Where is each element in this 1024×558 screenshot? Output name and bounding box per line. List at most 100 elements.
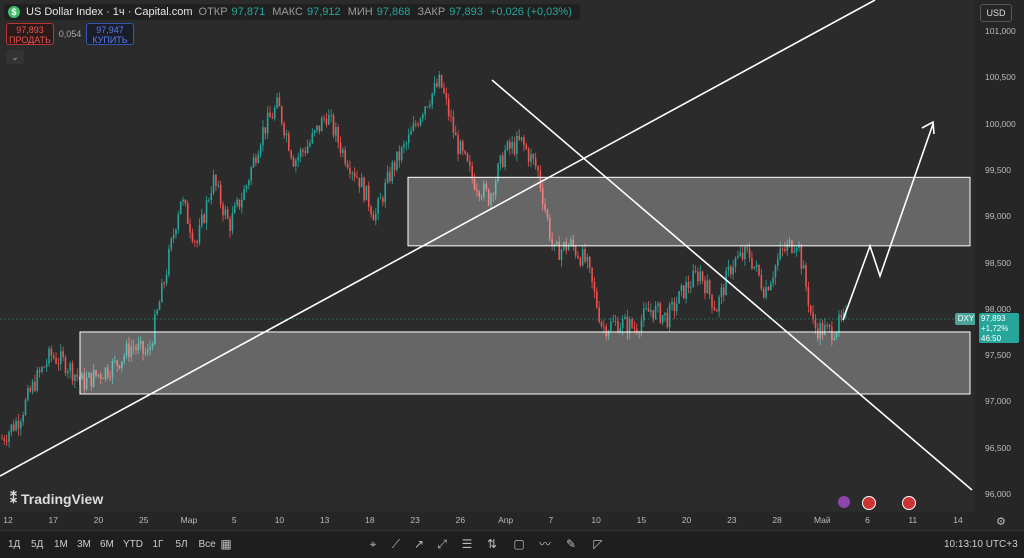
candle-body <box>657 303 659 306</box>
candle-body <box>525 144 528 150</box>
brush-tool-icon[interactable]: ✎ <box>563 537 579 551</box>
candle-body <box>741 252 744 260</box>
range-button[interactable]: 3М <box>77 539 91 550</box>
candle-body <box>668 304 671 328</box>
candle-body <box>295 160 297 167</box>
candle-body <box>45 363 48 368</box>
candle-body <box>807 287 810 306</box>
candle-body <box>459 141 462 155</box>
time-tick-label: 17 <box>48 515 58 525</box>
range-button[interactable]: YTD <box>123 539 143 550</box>
candle-body <box>826 324 828 326</box>
candle-body <box>760 275 763 289</box>
range-button[interactable]: Все <box>199 539 216 550</box>
candle-body <box>238 199 241 208</box>
candle-body <box>165 274 168 284</box>
path-tool-icon[interactable]: 〰 <box>537 537 553 551</box>
brand-name: TradingView <box>21 490 104 507</box>
candle-body <box>814 319 817 329</box>
time-tick-label: 23 <box>727 515 737 525</box>
candle-body <box>621 318 624 329</box>
candle-body <box>43 366 46 368</box>
buy-button[interactable]: 97,947 КУПИТЬ <box>86 23 134 45</box>
trade-panel: 97,893 ПРОДАТЬ 0,054 97,947 КУПИТЬ <box>6 23 134 45</box>
candle-body <box>69 363 71 372</box>
tradingview-icon: ⁑ <box>10 490 17 506</box>
candle-body <box>560 249 563 261</box>
collapse-chevron-icon[interactable]: ⌄ <box>6 50 24 64</box>
change-value: +0,026 (+0,03%) <box>489 6 572 18</box>
candle-body <box>711 294 713 308</box>
us-flag-icon[interactable] <box>902 496 916 510</box>
range-button[interactable]: 1Д <box>8 539 20 550</box>
candle-body <box>330 115 332 116</box>
time-tick-label: 14 <box>953 515 963 525</box>
candle-body <box>332 115 335 136</box>
candle-body <box>375 213 377 221</box>
range-button[interactable]: 1М <box>54 539 68 550</box>
candle-body <box>161 282 163 303</box>
candle-body <box>588 256 591 268</box>
last-price-value: 97,893 <box>981 314 1006 323</box>
candle-body <box>29 388 32 392</box>
us-flag-icon[interactable] <box>862 496 876 510</box>
trendline-tool-icon[interactable]: ⟋ <box>388 537 404 551</box>
ray-tool-icon[interactable]: ↗ <box>411 537 427 551</box>
currency-select[interactable]: USD <box>980 4 1012 22</box>
time-axis[interactable]: 12 17 20 25 Мар 5 10 13 18 23 26 Апр 7 10 15 20 23 28 Май 6… <box>0 512 975 530</box>
candle-body <box>772 277 774 284</box>
candle-body <box>595 291 598 308</box>
earnings-event-icon[interactable] <box>838 496 850 508</box>
extended-line-tool-icon[interactable]: ⤢ <box>434 537 450 551</box>
price-tick-label: 99,000 <box>985 211 1011 222</box>
price-tick-label: 100,500 <box>985 72 1016 83</box>
clock[interactable]: 10:13:10 UTC+3 <box>944 539 1018 550</box>
candle-body <box>20 421 22 429</box>
range-button[interactable]: 6М <box>100 539 114 550</box>
candle-body <box>647 308 650 312</box>
candle-body <box>236 199 238 206</box>
candle-body <box>71 363 74 381</box>
measure-tool-icon[interactable]: ◸ <box>590 537 606 551</box>
cursor-tool-icon[interactable]: ⌖ <box>365 537 381 551</box>
candle-body <box>339 142 342 153</box>
candle-body <box>266 112 269 134</box>
time-tick-label: 26 <box>455 515 466 525</box>
candle-body <box>443 87 445 94</box>
range-button[interactable]: 1Г <box>153 539 164 550</box>
capital-logo-icon: $ <box>8 6 20 18</box>
candle-body <box>285 133 288 136</box>
tradingview-logo: ⁑ TradingView <box>10 490 103 507</box>
rectangle-tool-icon[interactable]: ▢ <box>511 537 527 551</box>
candle-body <box>5 440 8 442</box>
candle-body <box>414 123 417 125</box>
candle-body <box>259 144 262 155</box>
candle-body <box>769 283 772 291</box>
chart-area[interactable]: $ US Dollar Index · 1ч · Capital.com ОТК… <box>0 0 977 512</box>
candle-body <box>250 167 253 181</box>
fib-tool-icon[interactable]: ☰ <box>459 537 475 551</box>
date-range-calendar-icon[interactable]: ▦ <box>218 537 234 551</box>
candle-body <box>591 267 593 283</box>
range-button[interactable]: 5Л <box>176 539 188 550</box>
range-button[interactable]: 5Д <box>31 539 43 550</box>
candle-body <box>424 106 426 115</box>
candle-body <box>784 248 786 251</box>
settings-gear-icon[interactable]: ⚙ <box>996 515 1006 528</box>
candle-body <box>464 150 466 154</box>
candle-body <box>377 198 379 214</box>
candle-body <box>499 155 502 165</box>
price-chart[interactable] <box>0 0 975 512</box>
candle-body <box>751 258 753 269</box>
last-price-label: 97,893 +1,72% 46:50 <box>979 313 1019 343</box>
candle-body <box>325 118 328 125</box>
candle-body <box>774 265 777 278</box>
candle-body <box>292 157 295 167</box>
candle-body <box>31 381 34 392</box>
candle-body <box>737 256 739 259</box>
candle-body <box>640 320 643 333</box>
sell-button[interactable]: 97,893 ПРОДАТЬ <box>6 23 54 45</box>
sell-price: 97,893 <box>16 25 44 35</box>
long-position-tool-icon[interactable]: ⇅ <box>484 537 500 551</box>
symbol-title[interactable]: US Dollar Index · 1ч · Capital.com <box>26 6 193 18</box>
